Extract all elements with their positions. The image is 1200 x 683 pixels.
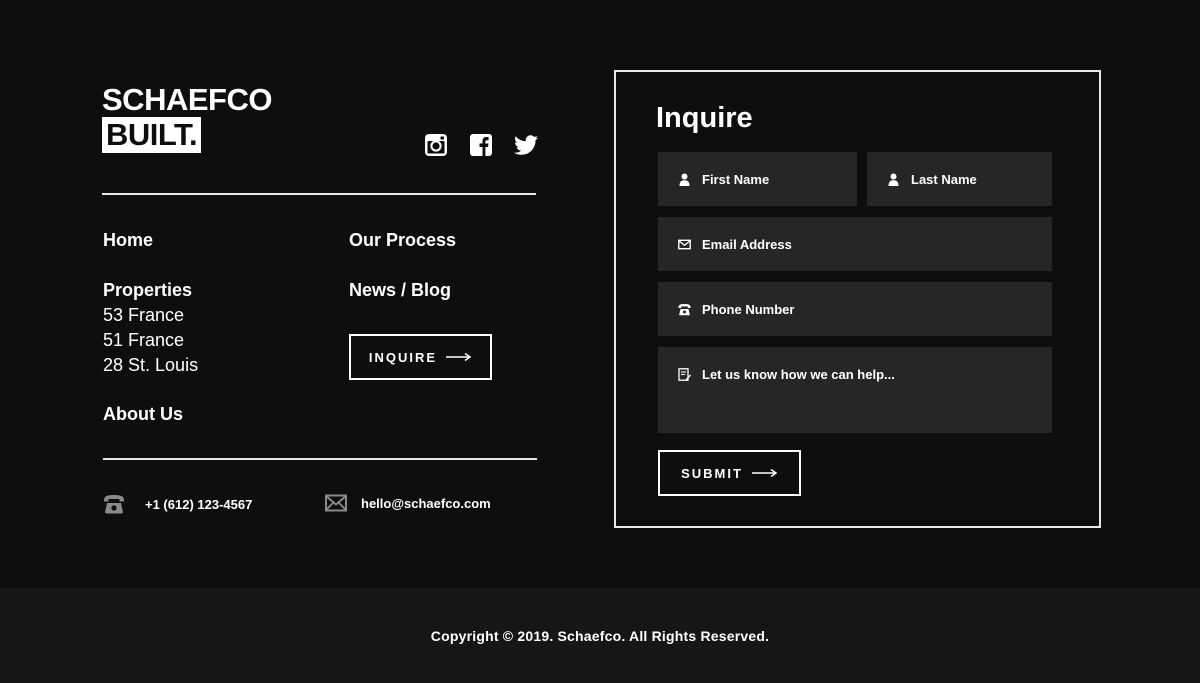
inquire-button[interactable]: INQUIRE [349, 334, 492, 380]
envelope-icon [325, 494, 347, 512]
contact-phone[interactable]: +1 (612) 123-4567 [103, 494, 252, 514]
phone-placeholder: Phone Number [702, 301, 795, 317]
last-name-placeholder: Last Name [911, 171, 977, 187]
form-title: Inquire [656, 102, 753, 134]
copyright-text: Copyright © 2019. Schaefco. All Rights R… [430, 627, 770, 644]
social-links [423, 132, 539, 158]
message-field[interactable]: Let us know how we can help... [658, 347, 1052, 433]
user-icon [888, 173, 899, 186]
divider-bottom [103, 458, 537, 460]
inquire-button-label: INQUIRE [368, 349, 438, 365]
property-link-28-st-louis[interactable]: 28 St. Louis [103, 354, 198, 376]
facebook-icon[interactable] [468, 132, 494, 158]
email-address: hello@schaefco.com [361, 495, 491, 511]
submit-button[interactable]: SUBMIT [658, 450, 801, 496]
instagram-icon[interactable] [423, 132, 449, 158]
footer-main: SCHAEFCO BUILT. Home Properties 53 Franc… [0, 0, 1200, 588]
property-link-53-france[interactable]: 53 France [103, 304, 184, 326]
arrow-right-icon [751, 468, 778, 478]
submit-button-label: SUBMIT [681, 465, 743, 481]
envelope-icon [678, 239, 691, 249]
message-placeholder: Let us know how we can help... [702, 367, 895, 382]
twitter-icon[interactable] [513, 132, 539, 158]
nav-our-process[interactable]: Our Process [349, 229, 456, 251]
copyright-bar: Copyright © 2019. Schaefco. All Rights R… [0, 588, 1200, 683]
email-placeholder: Email Address [702, 236, 792, 252]
property-link-51-france[interactable]: 51 France [103, 329, 184, 351]
nav-news-blog[interactable]: News / Blog [349, 279, 451, 301]
nav-about[interactable]: About Us [103, 403, 183, 425]
brand-logo[interactable]: SCHAEFCO BUILT. [102, 82, 272, 153]
user-icon [679, 173, 690, 186]
phone-number: +1 (612) 123-4567 [145, 496, 253, 512]
contact-email[interactable]: hello@schaefco.com [325, 494, 491, 512]
phone-field[interactable]: Phone Number [658, 282, 1052, 336]
nav-home[interactable]: Home [103, 229, 153, 251]
logo-line-1: SCHAEFCO [102, 82, 272, 117]
edit-icon [678, 368, 691, 381]
phone-icon [678, 303, 691, 315]
first-name-field[interactable]: First Name [658, 152, 857, 206]
phone-icon [104, 495, 124, 514]
email-field[interactable]: Email Address [658, 217, 1052, 271]
logo-line-2: BUILT. [102, 117, 202, 153]
first-name-placeholder: First Name [702, 171, 770, 187]
nav-properties[interactable]: Properties [103, 279, 192, 301]
inquire-form: Inquire First Name Last Name Email Addre… [614, 70, 1101, 528]
arrow-right-icon [446, 352, 472, 362]
divider-top [102, 193, 536, 195]
last-name-field[interactable]: Last Name [867, 152, 1052, 206]
